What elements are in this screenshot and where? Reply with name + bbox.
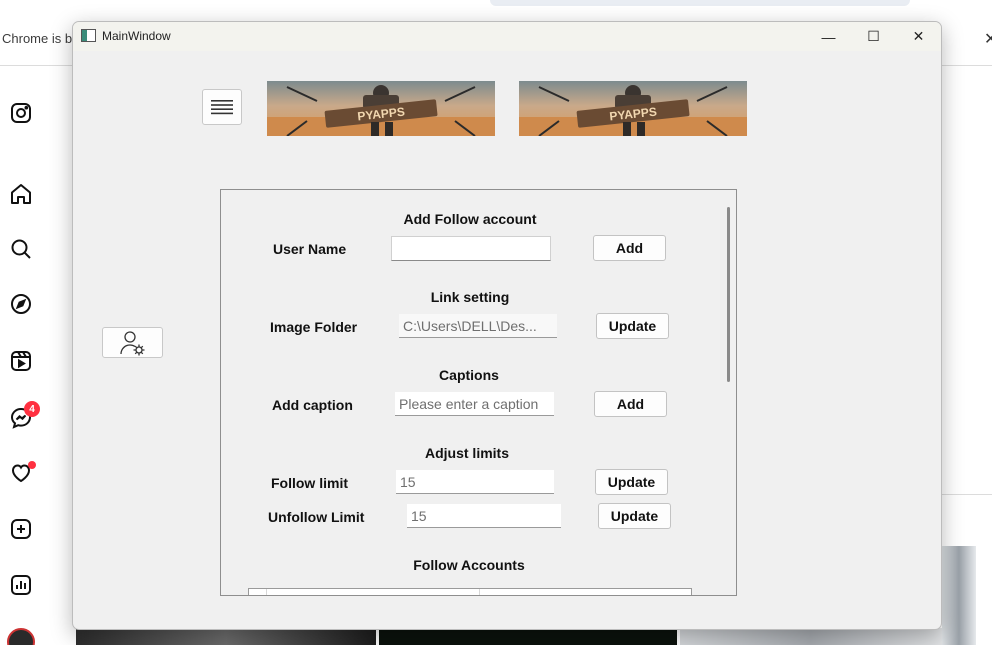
- follow-heading: Add Follow account: [403, 211, 537, 227]
- follow-accounts-table[interactable]: [248, 588, 692, 595]
- table-column-divider: [266, 589, 267, 595]
- window-title: MainWindow: [102, 29, 171, 43]
- username-label: User Name: [273, 241, 347, 257]
- instagram-sidebar: [0, 66, 58, 645]
- explore-icon[interactable]: [8, 291, 34, 317]
- infobar-close-icon[interactable]: ✕: [984, 29, 992, 49]
- insights-icon[interactable]: [8, 572, 34, 598]
- pyapps-banner: PYAPPS: [267, 81, 495, 136]
- robot-banner-image: PYAPPS: [519, 81, 747, 136]
- panel-scrollbar[interactable]: [727, 207, 730, 382]
- messages-badge: 4: [24, 401, 40, 417]
- title-bar[interactable]: MainWindow — ☐ ✕: [73, 22, 941, 51]
- home-icon[interactable]: [8, 181, 34, 207]
- add-follow-button[interactable]: Add: [593, 235, 666, 261]
- chrome-infobar-text: Chrome is b: [2, 31, 73, 46]
- follow-limit-label: Follow limit: [271, 475, 348, 491]
- app-window-icon: [81, 29, 96, 42]
- feed-image[interactable]: [942, 546, 976, 645]
- update-folder-button[interactable]: Update: [596, 313, 669, 339]
- feed-divider: [940, 494, 992, 495]
- image-folder-label: Image Folder: [270, 319, 358, 335]
- table-column-divider: [479, 589, 480, 595]
- pyapps-banner: PYAPPS: [519, 81, 747, 136]
- instagram-icon[interactable]: [8, 100, 34, 126]
- maximize-button[interactable]: ☐: [851, 22, 896, 51]
- feed-image[interactable]: [680, 628, 942, 645]
- close-button[interactable]: ✕: [896, 22, 941, 51]
- settings-panel: Add Follow account User Name Add Link se…: [220, 189, 737, 596]
- link-setting-heading: Link setting: [430, 289, 510, 305]
- feed-image[interactable]: [379, 628, 677, 645]
- captions-heading: Captions: [439, 367, 499, 383]
- image-folder-input[interactable]: C:\Users\DELL\Des...: [399, 314, 557, 338]
- unfollow-limit-input[interactable]: 15: [407, 504, 561, 528]
- unfollow-limit-label: Unfollow Limit: [268, 509, 365, 525]
- update-follow-limit-button[interactable]: Update: [595, 469, 668, 495]
- minimize-button[interactable]: —: [806, 22, 851, 51]
- caption-input[interactable]: Please enter a caption: [395, 392, 554, 416]
- browser-tab-strip: [490, 0, 910, 6]
- user-settings-button[interactable]: [102, 327, 163, 358]
- create-icon[interactable]: [8, 516, 34, 542]
- notification-dot: [28, 461, 36, 469]
- menu-button[interactable]: [202, 89, 242, 125]
- robot-banner-image: PYAPPS: [267, 81, 495, 136]
- search-icon[interactable]: [8, 236, 34, 262]
- add-caption-button[interactable]: Add: [594, 391, 667, 417]
- update-unfollow-limit-button[interactable]: Update: [598, 503, 671, 529]
- user-settings-icon: [119, 330, 144, 355]
- follow-accounts-heading: Follow Accounts: [413, 557, 525, 573]
- follow-limit-input[interactable]: 15: [396, 470, 554, 494]
- add-caption-label: Add caption: [272, 397, 353, 413]
- main-window: MainWindow — ☐ ✕ PYAPPS PYAPPS Add Follo…: [72, 21, 942, 630]
- username-input[interactable]: [391, 236, 551, 261]
- reels-icon[interactable]: [8, 348, 34, 374]
- feed-image[interactable]: [76, 628, 376, 645]
- limits-heading: Adjust limits: [424, 445, 510, 461]
- hamburger-icon: [211, 100, 233, 115]
